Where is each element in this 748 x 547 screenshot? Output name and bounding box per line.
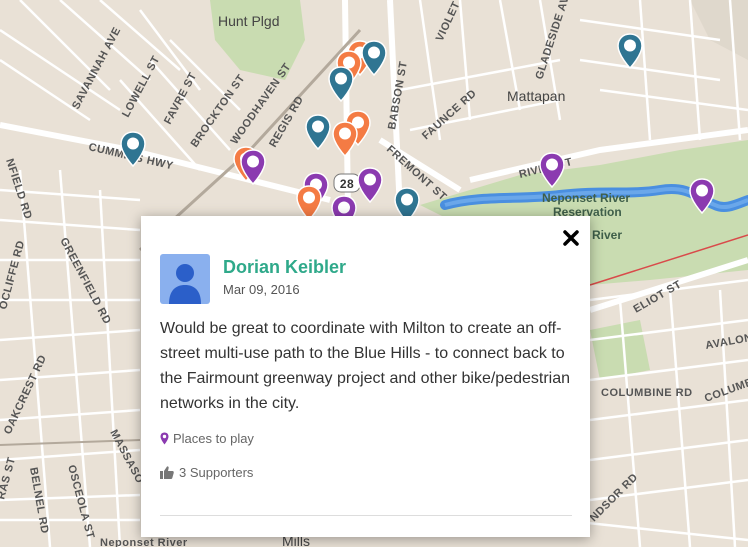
label-hunt-plgd: Hunt Plgd bbox=[218, 13, 279, 29]
author-name[interactable]: Dorian Keibler bbox=[223, 257, 346, 278]
label-river-frag: River bbox=[592, 228, 622, 242]
avatar bbox=[160, 254, 210, 304]
label-neponset-bottom: Neponset River bbox=[100, 537, 188, 547]
route-28-shield: 28 bbox=[333, 173, 361, 193]
map-pin-icon bbox=[160, 432, 169, 445]
supporters-count: 3 Supporters bbox=[179, 465, 254, 480]
comment-text: Would be great to coordinate with Milton… bbox=[160, 320, 571, 412]
label-columbine-rd: COLUMBINE RD bbox=[601, 387, 693, 399]
supporters-button[interactable]: 3 Supporters bbox=[160, 465, 253, 480]
user-icon bbox=[169, 264, 201, 304]
close-icon[interactable] bbox=[561, 228, 581, 248]
comment-popup: Dorian Keibler Mar 09, 2016 Would be gre… bbox=[141, 216, 590, 537]
svg-text:28: 28 bbox=[340, 177, 354, 191]
label-mattapan: Mattapan bbox=[507, 88, 565, 104]
park-green-small bbox=[590, 320, 650, 380]
divider bbox=[160, 515, 572, 516]
label-neponset-reservation-1: Neponset River bbox=[542, 191, 630, 205]
category-label: Places to play bbox=[173, 431, 254, 446]
thumbs-up-icon bbox=[160, 466, 174, 479]
comment-date: Mar 09, 2016 bbox=[223, 282, 300, 297]
category-tag[interactable]: Places to play bbox=[160, 431, 254, 446]
